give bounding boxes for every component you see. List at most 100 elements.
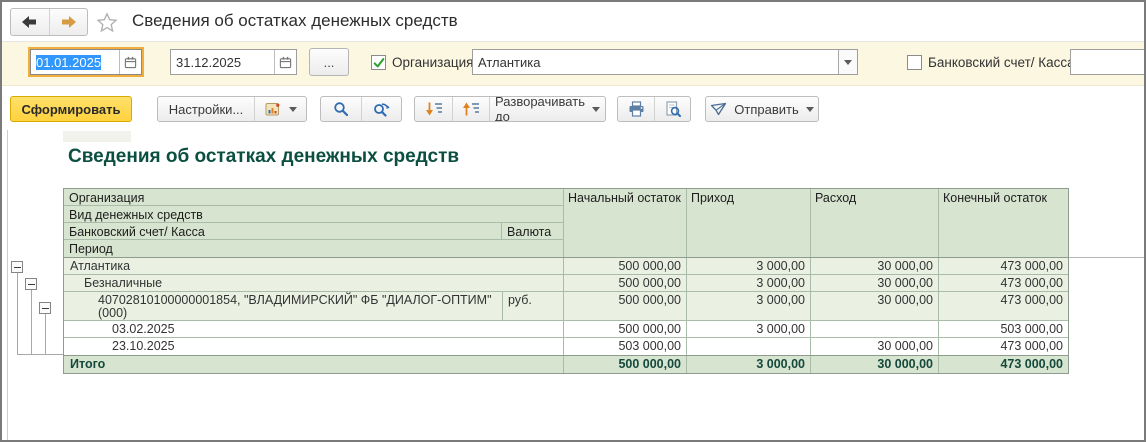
income-value	[687, 338, 811, 355]
expense-value: 30 000,00	[811, 356, 939, 373]
tree-line	[45, 313, 46, 354]
search-icon	[333, 101, 349, 117]
filter-bar: 01.01.2025 – 31.12.2025 ... Организация:	[2, 42, 1144, 86]
opening-value: 500 000,00	[564, 356, 687, 373]
bank-account-label: Банковский счет/ Касса:	[928, 55, 1078, 70]
table-header-left-block: Организация Вид денежных средств Банковс…	[64, 189, 564, 257]
settings-group: Настройки...	[157, 96, 307, 122]
collapse-group-button-level2[interactable]	[25, 278, 37, 290]
column-header-bank-account[interactable]: Банковский счет/ Касса	[64, 223, 502, 240]
collapse-groups-icon	[462, 101, 480, 117]
period-more-button[interactable]: ...	[309, 48, 349, 76]
search-button[interactable]	[321, 97, 361, 121]
check-icon	[373, 57, 385, 69]
table-row-period[interactable]: 03.02.2025 500 000,00 3 000,00 503 000,0…	[64, 321, 1068, 338]
column-header-opening-balance[interactable]: Начальный остаток	[564, 189, 687, 257]
income-value: 3 000,00	[687, 321, 811, 337]
bank-account-input[interactable]	[1070, 49, 1146, 75]
income-value: 3 000,00	[687, 356, 811, 373]
minus-icon	[28, 284, 35, 285]
table-row-cash-type[interactable]: Безналичные 500 000,00 3 000,00 30 000,0…	[64, 275, 1068, 292]
arrow-right-icon	[60, 15, 77, 29]
report-title: Сведения об остатках денежных средств	[68, 146, 459, 168]
expand-group: Разворачивать до	[414, 96, 606, 122]
calendar-icon	[279, 56, 292, 69]
top-bar: Сведения об остатках денежных средств	[2, 2, 1144, 42]
print-preview-icon	[665, 101, 681, 117]
column-header-income[interactable]: Приход	[687, 189, 811, 257]
expense-value: 30 000,00	[811, 258, 939, 274]
collapse-group-button-level3[interactable]	[39, 302, 51, 314]
organization-value: Атлантика	[473, 50, 838, 74]
favorite-star-icon[interactable]	[94, 10, 120, 34]
row-name: 03.02.2025	[64, 321, 564, 337]
date-from-input[interactable]: 01.01.2025	[30, 49, 142, 75]
tree-line	[31, 289, 32, 354]
print-preview-button[interactable]	[654, 97, 690, 121]
date-to-calendar-button[interactable]	[274, 50, 296, 74]
expense-value: 30 000,00	[811, 292, 939, 320]
organization-checkbox[interactable]	[371, 55, 386, 70]
report-variants-button[interactable]	[254, 97, 306, 121]
calendar-icon	[124, 56, 137, 69]
table-header: Организация Вид денежных средств Банковс…	[64, 189, 1068, 258]
income-value: 3 000,00	[687, 275, 811, 291]
report-toolbar: Сформировать Настройки...	[2, 86, 1144, 130]
bank-account-value	[1071, 50, 1145, 74]
send-button[interactable]: Отправить	[706, 97, 818, 121]
bank-account-checkbox[interactable]	[907, 55, 922, 70]
collapse-all-button[interactable]	[452, 97, 489, 121]
minus-icon	[14, 267, 21, 268]
date-from-calendar-button[interactable]	[119, 50, 141, 74]
expense-value: 30 000,00	[811, 275, 939, 291]
collapse-group-button-level1[interactable]	[11, 261, 23, 273]
closing-value: 503 000,00	[939, 321, 1068, 337]
column-header-cash-type[interactable]: Вид денежных средств	[64, 206, 563, 223]
expand-groups-icon	[425, 101, 443, 117]
expense-value: 30 000,00	[811, 338, 939, 355]
column-header-organization[interactable]: Организация	[64, 189, 563, 206]
forward-button[interactable]	[49, 9, 88, 35]
table-row-organization[interactable]: Атлантика 500 000,00 3 000,00 30 000,00 …	[64, 258, 1068, 275]
expense-value	[811, 321, 939, 337]
expand-to-button[interactable]: Разворачивать до	[489, 97, 605, 121]
opening-value: 500 000,00	[564, 321, 687, 337]
table-row-period[interactable]: 23.10.2025 503 000,00 30 000,00 473 000,…	[64, 338, 1068, 355]
organization-label: Организация:	[392, 55, 477, 70]
column-header-expense[interactable]: Расход	[811, 189, 939, 257]
print-button[interactable]	[618, 97, 654, 121]
row-name: 23.10.2025	[64, 338, 564, 355]
search-group	[320, 96, 402, 122]
row-name: Безналичные	[64, 275, 564, 291]
closing-value: 473 000,00	[939, 338, 1068, 355]
date-to-value: 31.12.2025	[171, 50, 274, 74]
printer-icon	[628, 101, 645, 117]
column-header-closing-balance[interactable]: Конечный остаток	[939, 189, 1068, 257]
chevron-down-icon	[289, 107, 297, 112]
search-next-button[interactable]	[361, 97, 401, 121]
income-value: 3 000,00	[687, 292, 811, 320]
search-repeat-icon	[373, 101, 390, 117]
column-header-currency[interactable]: Валюта	[502, 223, 563, 240]
send-group: Отправить	[705, 96, 819, 122]
chevron-down-icon	[806, 107, 814, 112]
date-to-input[interactable]: 31.12.2025	[170, 49, 297, 75]
currency-value: руб.	[503, 292, 564, 320]
history-nav-group	[10, 8, 88, 36]
print-group	[617, 96, 691, 122]
settings-button[interactable]: Настройки...	[158, 97, 254, 121]
closing-value: 473 000,00	[939, 292, 1068, 320]
arrow-left-icon	[21, 15, 38, 29]
organization-input[interactable]: Атлантика	[472, 49, 858, 75]
report-table: Организация Вид денежных средств Банковс…	[63, 188, 1069, 374]
table-row-bank-account[interactable]: 40702810100000001854, "ВЛАДИМИРСКИЙ" ФБ …	[64, 292, 1068, 321]
expand-all-button[interactable]	[415, 97, 452, 121]
paper-plane-icon	[710, 102, 727, 116]
column-header-period[interactable]: Период	[64, 240, 563, 257]
chevron-down-icon	[844, 60, 852, 65]
back-button[interactable]	[11, 9, 49, 35]
organization-dropdown-button[interactable]	[838, 50, 857, 74]
generate-button[interactable]: Сформировать	[10, 96, 132, 122]
closing-value: 473 000,00	[939, 275, 1068, 291]
table-row-total[interactable]: Итого 500 000,00 3 000,00 30 000,00 473 …	[64, 355, 1068, 373]
